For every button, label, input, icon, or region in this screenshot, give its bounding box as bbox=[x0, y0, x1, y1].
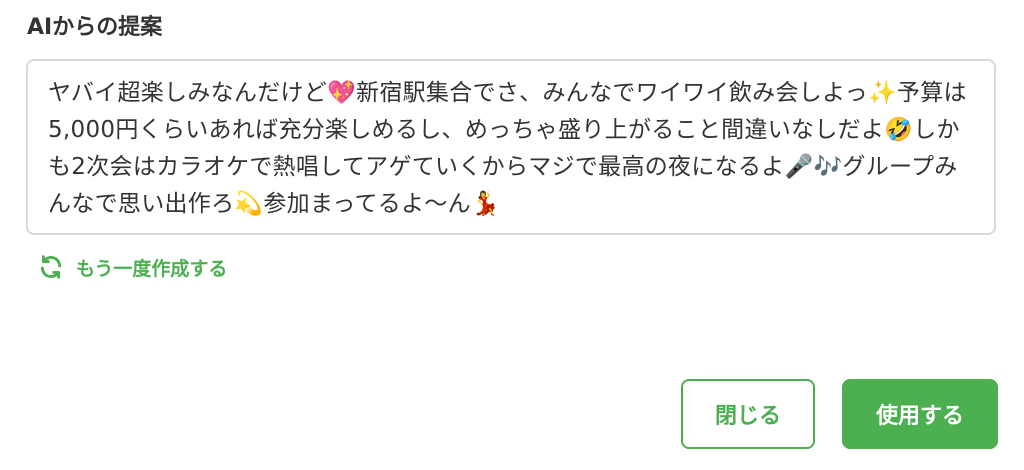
regenerate-link[interactable]: もう一度作成する bbox=[38, 251, 227, 283]
close-button[interactable]: 閉じる bbox=[681, 379, 815, 449]
refresh-icon bbox=[38, 254, 64, 280]
use-button[interactable]: 使用する bbox=[842, 379, 998, 449]
panel-title: AIからの提案 bbox=[27, 15, 163, 40]
suggestion-text-box[interactable]: ヤバイ超楽しみなんだけど💖新宿駅集合でさ、みんなでワイワイ飲み会しよっ✨予算は5… bbox=[26, 59, 996, 235]
regenerate-label: もう一度作成する bbox=[76, 257, 228, 280]
suggestion-text: ヤバイ超楽しみなんだけど💖新宿駅集合でさ、みんなでワイワイ飲み会しよっ✨予算は5… bbox=[48, 80, 967, 217]
